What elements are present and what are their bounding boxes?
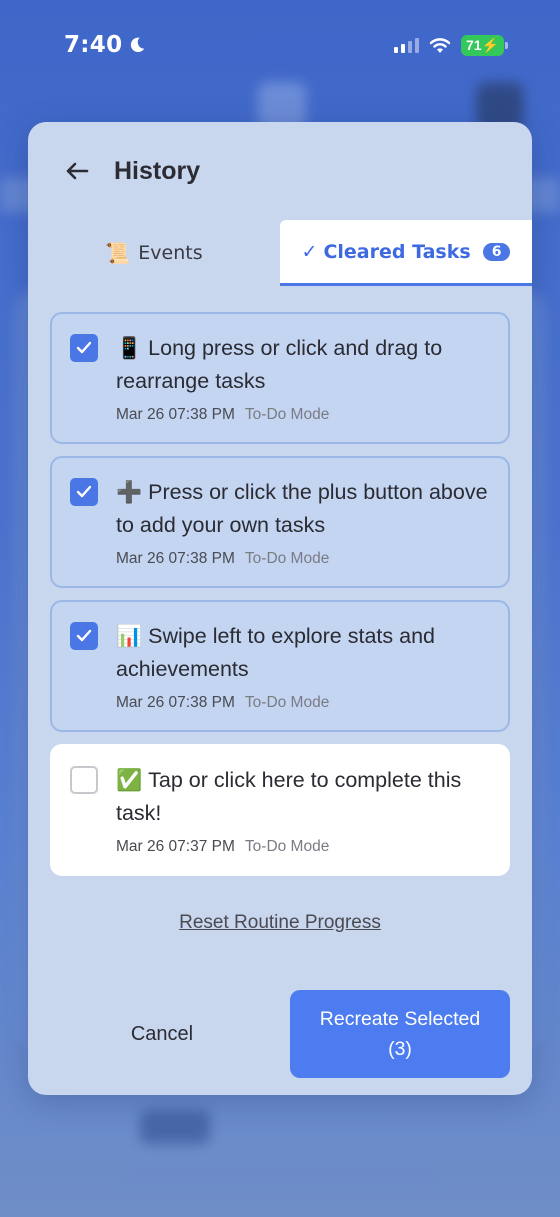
tab-events-label: Events [138,242,203,264]
task-mode: To-Do Mode [244,550,330,567]
arrow-left-icon [66,162,89,180]
tab-events[interactable]: 📜 Events [28,220,280,286]
task-date: Mar 26 07:38 PM [116,550,235,567]
cancel-button[interactable]: Cancel [62,990,262,1078]
task-checkbox[interactable] [70,334,98,362]
battery-level: 71⚡ [460,34,504,56]
task-item[interactable]: 📊 Swipe left to explore stats and achieve… [50,600,510,732]
task-date: Mar 26 07:37 PM [116,838,235,855]
reset-routine-link[interactable]: Reset Routine Progress [28,912,532,934]
history-modal: History 📜 Events ✓ Cleared Tasks 6 📱 Long… [28,122,532,1095]
count-badge: 6 [482,242,511,261]
recreate-selected-button[interactable]: Recreate Selected (3) [290,990,510,1078]
task-date: Mar 26 07:38 PM [116,406,235,423]
task-label: Tap or click here to complete this task! [116,768,462,825]
task-checkbox[interactable] [70,478,98,506]
task-text: 📱 Long press or click and drag to rearran… [116,332,488,398]
bar-chart-icon: 📊 [116,625,143,648]
recreate-label: Recreate Selected [319,1008,481,1030]
time-text: 7:40 [64,32,123,58]
status-bar: 7:40 71⚡ [0,0,560,90]
task-meta: Mar 26 07:38 PM To-Do Mode [116,550,488,568]
task-mode: To-Do Mode [244,838,330,855]
wifi-icon [429,37,451,53]
task-label: Swipe left to explore stats and achievem… [116,624,435,681]
check-icon: ✓ [301,240,318,263]
moon-icon [131,37,145,53]
task-mode: To-Do Mode [244,694,330,711]
back-button[interactable] [62,156,92,186]
recreate-count: (3) [388,1038,412,1060]
task-text: ✅ Tap or click here to complete this task… [116,764,488,830]
battery-text: 71 [465,36,482,53]
task-item[interactable]: ✅ Tap or click here to complete this task… [50,744,510,876]
phone-icon: 📱 [116,337,143,360]
checkmark-icon [76,341,92,354]
task-checkbox[interactable] [70,622,98,650]
background-footer [120,1168,440,1182]
modal-header: History [28,122,532,220]
task-meta: Mar 26 07:38 PM To-Do Mode [116,694,488,712]
checkmark-icon [76,629,92,642]
task-checkbox[interactable] [70,766,98,794]
tab-cleared-label: Cleared Tasks [323,240,471,263]
status-icons: 71⚡ [393,34,508,56]
battery-icon: 71⚡ [460,34,508,56]
task-text: 📊 Swipe left to explore stats and achieve… [116,620,488,686]
tab-bar: 📜 Events ✓ Cleared Tasks 6 [28,220,532,288]
task-date: Mar 26 07:38 PM [116,694,235,711]
checkmark-icon [76,485,92,498]
status-time: 7:40 [64,32,146,58]
scroll-icon: 📜 [105,241,131,265]
check-mark-button-icon: ✅ [116,769,143,792]
task-text: ➕ Press or click the plus button above to… [116,476,488,542]
task-item[interactable]: ➕ Press or click the plus button above to… [50,456,510,588]
background-tab [140,1110,210,1144]
tab-cleared-tasks[interactable]: ✓ Cleared Tasks 6 [280,220,532,286]
task-meta: Mar 26 07:38 PM To-Do Mode [116,406,488,424]
task-item[interactable]: 📱 Long press or click and drag to rearran… [50,312,510,444]
task-meta: Mar 26 07:37 PM To-Do Mode [116,838,488,856]
signal-icon [393,37,419,53]
task-list[interactable]: 📱 Long press or click and drag to rearran… [50,312,510,884]
page-title: History [114,156,201,185]
plus-icon: ➕ [116,481,143,504]
task-mode: To-Do Mode [244,406,330,423]
task-label: Long press or click and drag to rearrang… [116,336,443,393]
task-label: Press or click the plus button above to … [116,480,488,537]
